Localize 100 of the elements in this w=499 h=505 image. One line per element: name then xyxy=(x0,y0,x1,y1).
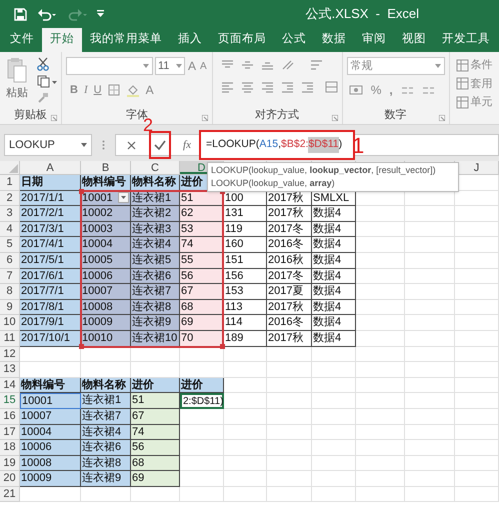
table-cell xyxy=(405,486,455,502)
redo-icon xyxy=(67,8,87,20)
formula-field[interactable]: =LOOKUP(A15,$B$2:$D$11) xyxy=(199,130,355,160)
row-header[interactable]: 20 xyxy=(0,471,20,487)
name-box[interactable]: LOOKUP xyxy=(4,134,92,156)
insert-function-button[interactable]: fx xyxy=(174,136,200,154)
row-header[interactable]: 2 xyxy=(0,190,20,206)
table-cell: 2017/4/1 xyxy=(20,237,81,253)
row-header[interactable]: 17 xyxy=(0,424,20,440)
increase-decimal-icon[interactable] xyxy=(400,84,414,96)
table-cell xyxy=(455,346,499,362)
table-cell xyxy=(405,284,455,300)
row-header[interactable]: 10 xyxy=(0,315,20,331)
table-cell xyxy=(224,408,267,424)
table-cell: 2017/1/1 xyxy=(20,190,81,206)
table-cell: 10002 xyxy=(81,206,131,222)
table-cell xyxy=(356,378,405,394)
ribbon-tab[interactable]: 页面布局 xyxy=(210,28,274,52)
cut-icon[interactable] xyxy=(37,57,49,71)
ribbon-tab[interactable]: 公式 xyxy=(274,28,314,52)
row-header[interactable]: 4 xyxy=(0,222,20,238)
table-cell: 连衣裙7 xyxy=(81,408,131,424)
dialog-launcher-icon[interactable] xyxy=(51,115,57,121)
align-left-icon[interactable] xyxy=(220,81,234,93)
row-header[interactable]: 15 xyxy=(0,393,20,409)
table-cell: 153 xyxy=(224,284,267,300)
dialog-launcher-icon[interactable] xyxy=(202,115,208,121)
align-middle-icon[interactable] xyxy=(240,59,254,71)
ribbon-tab[interactable]: 开始 xyxy=(42,28,82,52)
dropdown-button[interactable] xyxy=(118,192,129,204)
row-header[interactable]: 6 xyxy=(0,252,20,269)
ribbon-tab[interactable]: 审阅 xyxy=(354,28,394,52)
borders-icon[interactable] xyxy=(108,84,120,96)
table-cell xyxy=(267,362,312,378)
table-cell xyxy=(405,300,455,316)
fill-bucket-icon[interactable] xyxy=(126,84,140,96)
table-cell xyxy=(131,346,180,362)
align-right-icon[interactable] xyxy=(260,81,274,93)
table-cell: 数据4 xyxy=(312,237,356,253)
table-cell: 2017/6/1 xyxy=(20,268,81,284)
table-cell xyxy=(356,206,405,222)
row-header[interactable]: 1 xyxy=(0,175,20,191)
ribbon-tab[interactable]: 文件 xyxy=(2,28,42,52)
row-header[interactable]: 21 xyxy=(0,486,20,502)
ribbon-tab[interactable]: 插入 xyxy=(170,28,210,52)
enter-button[interactable] xyxy=(149,131,171,159)
table-cell xyxy=(455,268,499,284)
font-name-field[interactable] xyxy=(66,57,153,75)
table-cell xyxy=(455,378,499,394)
ribbon-tab[interactable]: 数据 xyxy=(314,28,354,52)
align-center-icon[interactable] xyxy=(240,81,254,93)
paste-button[interactable]: 粘贴 xyxy=(4,57,30,107)
copy-icon[interactable] xyxy=(37,75,57,88)
row-header[interactable]: 14 xyxy=(0,378,20,394)
increase-indent-icon[interactable] xyxy=(300,81,314,93)
column-header[interactable]: A xyxy=(20,161,81,174)
table-cell xyxy=(267,378,312,394)
table-cell: 10004 xyxy=(20,424,81,440)
row-header[interactable]: 18 xyxy=(0,440,20,456)
row-header[interactable]: 19 xyxy=(0,456,20,472)
row-header[interactable]: 5 xyxy=(0,237,20,253)
dialog-launcher-icon[interactable] xyxy=(332,115,338,121)
table-cell: 10006 xyxy=(81,268,131,284)
decrease-decimal-icon[interactable] xyxy=(422,84,435,96)
row-header[interactable]: 7 xyxy=(0,268,20,284)
table-cell xyxy=(312,486,356,502)
ribbon-tab[interactable]: 视图 xyxy=(394,28,434,52)
column-header[interactable]: B xyxy=(81,161,131,174)
merge-cells-icon[interactable] xyxy=(324,81,338,93)
table-cell: 物料名称 xyxy=(81,378,131,394)
row-header[interactable]: 3 xyxy=(0,206,20,222)
group-label: 数字 xyxy=(384,108,407,124)
dialog-launcher-icon[interactable] xyxy=(438,115,445,121)
save-icon[interactable] xyxy=(14,8,27,20)
ribbon-tab[interactable]: 开发工具 xyxy=(434,28,498,52)
row-header[interactable]: 11 xyxy=(0,330,20,347)
table-cell: 10007 xyxy=(20,408,81,424)
decrease-indent-icon[interactable] xyxy=(280,81,294,93)
row-header[interactable]: 8 xyxy=(0,284,20,300)
table-cell xyxy=(356,252,405,269)
row-header[interactable]: 13 xyxy=(0,362,20,378)
row-header[interactable]: 9 xyxy=(0,300,20,316)
table-cell: 物料编号 xyxy=(81,175,131,191)
wrap-text-icon[interactable] xyxy=(310,59,323,71)
currency-icon[interactable] xyxy=(348,84,363,96)
table-cell xyxy=(180,486,224,502)
row-header[interactable]: 12 xyxy=(0,346,20,362)
customize-icon[interactable] xyxy=(97,10,104,18)
row-header[interactable]: 16 xyxy=(0,408,20,424)
ribbon-tab[interactable]: 我的常用菜单 xyxy=(82,28,170,52)
table-cell xyxy=(455,206,499,222)
table-cell xyxy=(356,408,405,424)
orientation-icon[interactable] xyxy=(280,59,295,71)
table-cell: 连衣裙8 xyxy=(131,300,180,316)
group-label: 剪贴板 xyxy=(14,108,47,124)
font-size-field[interactable]: 11 xyxy=(155,57,185,75)
table-cell: 连衣裙2 xyxy=(131,206,180,222)
number-format-field[interactable]: 常规 xyxy=(346,57,445,75)
select-all-icon[interactable] xyxy=(9,164,18,173)
undo-icon[interactable] xyxy=(37,8,57,20)
